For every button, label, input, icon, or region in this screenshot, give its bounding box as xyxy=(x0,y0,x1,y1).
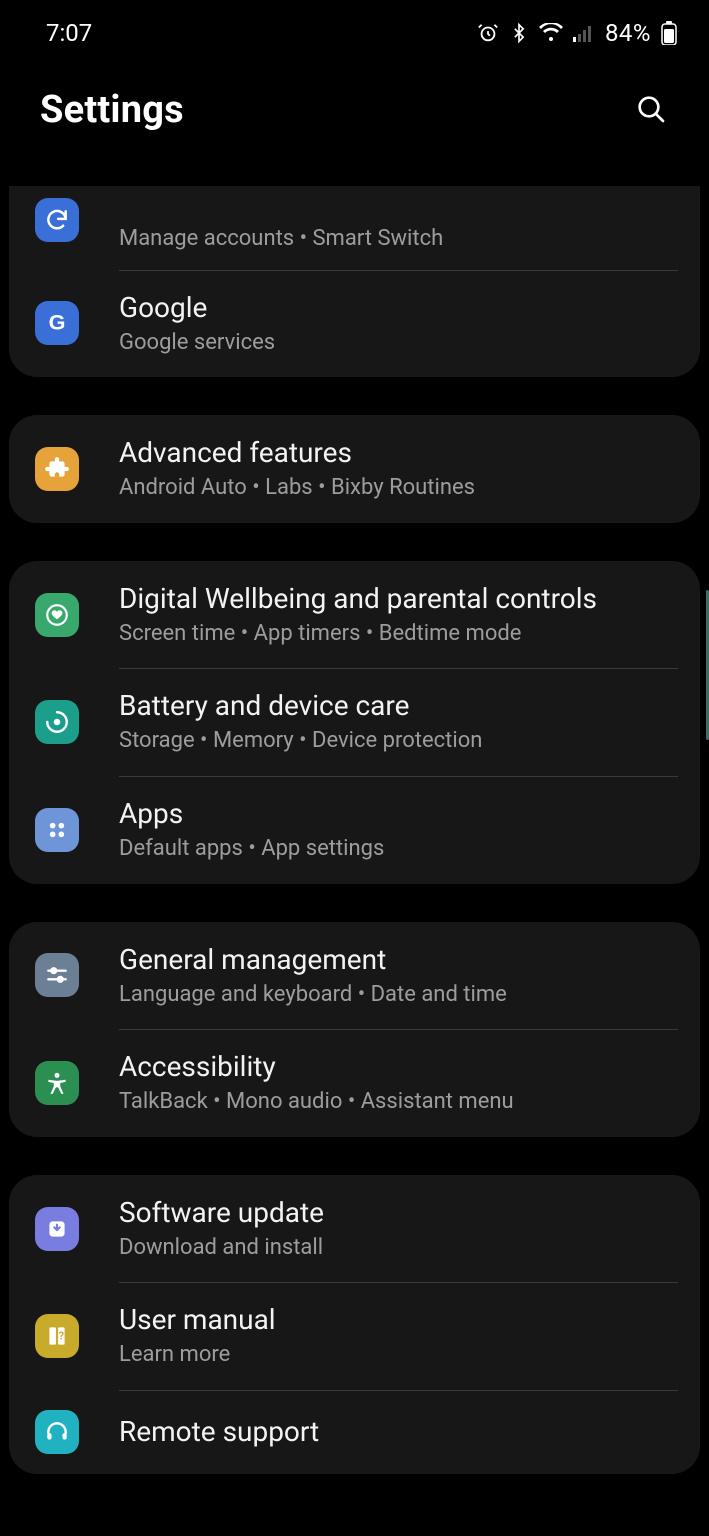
support-icon xyxy=(35,1410,79,1454)
page-header: Settings xyxy=(0,56,709,168)
row-text: Google Google services xyxy=(119,290,275,358)
row-title: General management xyxy=(119,942,507,977)
alarm-icon xyxy=(477,22,499,44)
heart-ring-icon xyxy=(35,593,79,637)
battery-percent: 84% xyxy=(605,19,651,47)
settings-group: Accounts and backupManage accounts • Sma… xyxy=(9,186,700,377)
row-title: Apps xyxy=(119,796,384,831)
settings-row[interactable]: Accessibility TalkBack • Mono audio • Ass… xyxy=(9,1029,700,1137)
settings-row[interactable]: Apps Default apps • App settings xyxy=(9,776,700,884)
sync-icon xyxy=(35,198,79,242)
row-title: Battery and device care xyxy=(119,688,482,723)
status-bar: 7:07 84% xyxy=(0,0,709,56)
svg-text:?: ? xyxy=(59,1329,64,1342)
row-text: Accounts and backupManage accounts • Sma… xyxy=(119,186,443,254)
settings-row[interactable]: Accounts and backupManage accounts • Sma… xyxy=(9,186,700,270)
search-icon xyxy=(635,93,667,125)
row-subtitle: Default apps • App settings xyxy=(119,835,384,864)
settings-row[interactable]: ? User manual Learn more xyxy=(9,1282,700,1390)
row-text: Advanced features Android Auto • Labs • B… xyxy=(119,435,475,503)
update-icon xyxy=(35,1207,79,1251)
row-text: Battery and device care Storage • Memory … xyxy=(119,688,482,756)
row-text: Digital Wellbeing and parental controls S… xyxy=(119,581,597,649)
signal-icon xyxy=(573,24,595,42)
row-text: User manual Learn more xyxy=(119,1302,276,1370)
row-text: Accessibility TalkBack • Mono audio • Ass… xyxy=(119,1049,514,1117)
row-subtitle: Download and install xyxy=(119,1234,324,1263)
row-title: Accessibility xyxy=(119,1049,514,1084)
settings-row[interactable]: General management Language and keyboard … xyxy=(9,922,700,1030)
row-title: User manual xyxy=(119,1302,276,1337)
care-ring-icon xyxy=(35,700,79,744)
settings-row[interactable]: G Google Google services xyxy=(9,270,700,378)
row-subtitle: Learn more xyxy=(119,1341,276,1370)
row-text: Software update Download and install xyxy=(119,1195,324,1263)
settings-group: Software update Download and install? User… xyxy=(9,1175,700,1474)
sliders-icon xyxy=(35,953,79,997)
bluetooth-icon xyxy=(509,22,529,44)
apps-icon xyxy=(35,808,79,852)
svg-text:G: G xyxy=(49,310,66,335)
row-text: Remote support xyxy=(119,1414,319,1449)
row-subtitle: Language and keyboard • Date and time xyxy=(119,981,507,1010)
row-subtitle: Storage • Memory • Device protection xyxy=(119,727,482,756)
battery-icon xyxy=(661,21,677,45)
row-subtitle: Google services xyxy=(119,329,275,358)
a11y-icon xyxy=(35,1061,79,1105)
manual-icon: ? xyxy=(35,1314,79,1358)
search-button[interactable] xyxy=(631,89,671,132)
settings-row[interactable]: Remote support xyxy=(9,1390,700,1474)
row-subtitle: Manage accounts • Smart Switch xyxy=(119,225,443,254)
settings-row[interactable]: Advanced features Android Auto • Labs • B… xyxy=(9,415,700,523)
puzzle-icon xyxy=(35,447,79,491)
row-text: General management Language and keyboard … xyxy=(119,942,507,1010)
settings-group: Digital Wellbeing and parental controls S… xyxy=(9,561,700,884)
settings-row[interactable]: Software update Download and install xyxy=(9,1175,700,1283)
row-title: Software update xyxy=(119,1195,324,1230)
row-text: Apps Default apps • App settings xyxy=(119,796,384,864)
row-title: Google xyxy=(119,290,275,325)
google-icon: G xyxy=(35,301,79,345)
row-subtitle: Android Auto • Labs • Bixby Routines xyxy=(119,474,475,503)
row-subtitle: Screen time • App timers • Bedtime mode xyxy=(119,620,597,649)
status-time: 7:07 xyxy=(46,19,92,47)
settings-list[interactable]: Accounts and backupManage accounts • Sma… xyxy=(0,186,709,1536)
row-title: Remote support xyxy=(119,1414,319,1449)
row-title: Advanced features xyxy=(119,435,475,470)
row-title: Digital Wellbeing and parental controls xyxy=(119,581,597,616)
settings-group: General management Language and keyboard … xyxy=(9,922,700,1137)
wifi-icon xyxy=(539,23,563,43)
row-subtitle: TalkBack • Mono audio • Assistant menu xyxy=(119,1088,514,1117)
settings-row[interactable]: Digital Wellbeing and parental controls S… xyxy=(9,561,700,669)
status-icons: 84% xyxy=(477,19,677,47)
page-title: Settings xyxy=(40,88,184,132)
settings-group: Advanced features Android Auto • Labs • B… xyxy=(9,415,700,523)
settings-row[interactable]: Battery and device care Storage • Memory … xyxy=(9,668,700,776)
